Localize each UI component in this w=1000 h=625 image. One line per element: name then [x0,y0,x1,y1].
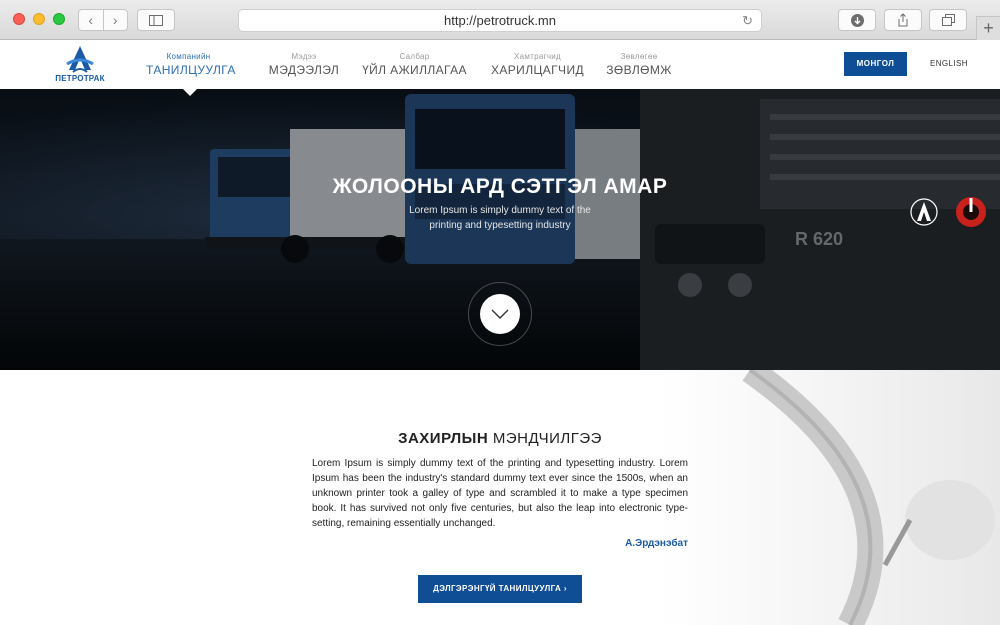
hero-title: ЖОЛООНЫ АРД СЭТГЭЛ АМАР [332,175,668,198]
logo-text: ПЕТРОТРАК [55,74,105,83]
nav-item-news[interactable]: Мэдээ МЭДЭЭЛЭЛ [264,52,344,77]
downloads-button[interactable] [838,9,876,31]
nav-item-company-sub: Компанийн [166,52,211,61]
nav-item-advice-sub: Зөвлөгөө [620,52,658,61]
reload-icon[interactable]: ↻ [742,10,753,31]
nav-item-partners-label: ХАРИЛЦАГЧИД [490,63,585,77]
address-bar[interactable]: http://petrotruck.mn ↻ [238,9,762,32]
nav-item-partners[interactable]: Хамтрагчид ХАРИЛЦАГЧИД [490,52,585,77]
nav-item-operations[interactable]: Салбар ҮЙЛ АЖИЛЛАГАА [362,52,467,77]
tabs-overview-button[interactable] [929,9,967,31]
site-logo[interactable]: ПЕТРОТРАК [55,44,105,86]
nav-item-advice[interactable]: Зөвлөгөө ЗӨВЛӨМЖ [604,52,674,77]
tabs-icon [941,14,955,26]
hero-banner: R 620 ЖОЛООНЫ АРД СЭТГЭЛ АМАР Lorem Ipsu… [0,89,1000,370]
nav-item-company-label: ТАНИЛЦУУЛГА [146,63,236,77]
nav-item-advice-label: ЗӨВЛӨМЖ [606,63,672,77]
greeting-body: Lorem Ipsum is simply dummy text of the … [312,458,688,529]
nav-item-company[interactable]: Компанийн ТАНИЛЦУУЛГА [146,52,236,77]
director-greeting-section: ЗАХИРЛЫН МЭНДЧИЛГЭЭ Lorem Ipsum is simpl… [0,370,1000,625]
history-nav: ‹ › [78,9,128,31]
nav-item-operations-label: ҮЙЛ АЖИЛЛАГАА [362,63,467,77]
share-icon [898,13,908,27]
sidebar-icon [149,14,163,26]
download-icon [850,13,864,27]
chevron-down-icon [491,309,509,319]
director-signature: А.Эрдэнэбат [625,538,688,549]
petrotrack-logo-icon [66,46,94,73]
nav-item-news-label: МЭДЭЭЛЭЛ [268,63,340,77]
nav-item-news-sub: Мэдээ [291,52,317,61]
scroll-down-button[interactable] [480,294,520,334]
url-text: http://petrotruck.mn [444,13,556,28]
read-more-button[interactable]: ДЭЛГЭРЭНГҮЙ ТАНИЛЦУУЛГА › [418,575,582,603]
sidebar-toggle-button[interactable] [137,9,175,31]
welding-illustration [742,370,995,625]
browser-toolbar: ‹ › http://petrotruck.mn ↻ + [0,0,1000,40]
close-window-button[interactable] [13,13,25,25]
minimize-window-button[interactable] [33,13,45,25]
nav-item-partners-sub: Хамтрагчид [513,52,562,61]
nav-item-operations-sub: Салбар [399,52,430,61]
greeting-heading-bold: ЗАХИРЛЫН [398,430,489,447]
greeting-heading-light: МЭНДЧИЛГЭЭ [488,430,602,447]
back-icon[interactable]: ‹ [79,10,104,30]
share-button[interactable] [884,9,922,31]
welding-background-image [660,370,1000,625]
petrotrack-emblem-icon[interactable] [910,198,938,226]
hero-subtitle: Lorem Ipsum is simply dummy text of the … [409,205,591,231]
forward-icon[interactable]: › [104,10,128,30]
zoom-window-button[interactable] [53,13,65,25]
new-tab-button[interactable]: + [976,16,1000,40]
partner-emblem-icon[interactable] [955,196,987,228]
language-mongolian-button[interactable]: МОНГОЛ [844,52,907,76]
language-english-link[interactable]: ENGLISH [930,59,968,68]
greeting-heading: ЗАХИРЛЫН МЭНДЧИЛГЭЭ [0,430,1000,447]
active-nav-caret [183,89,197,96]
